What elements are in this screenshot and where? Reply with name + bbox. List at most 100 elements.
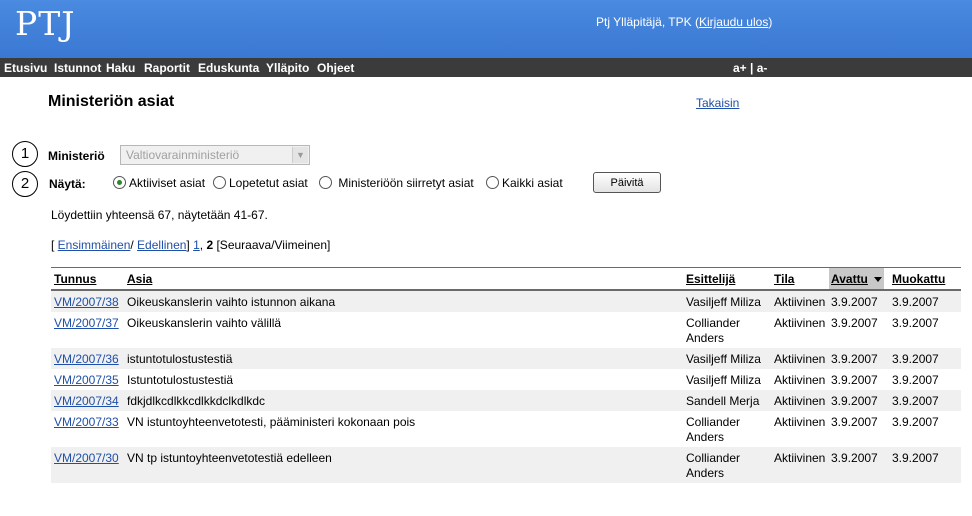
case-state: Aktiivinen — [774, 316, 826, 330]
case-opened-date: 3.9.2007 — [831, 451, 878, 465]
table-row: VM/2007/36 istuntotulostustestiä Vasiljeff… — [51, 348, 961, 369]
main-nav: Etusivu Istunnot Haku Raportit Eduskunta… — [0, 58, 972, 77]
font-increase-button[interactable]: a+ — [733, 61, 747, 75]
case-modified-date: 3.9.2007 — [892, 316, 939, 330]
col-header-tunnus[interactable]: Tunnus — [54, 272, 96, 286]
case-state: Aktiivinen — [774, 394, 826, 408]
radio-label: Aktiiviset asiat — [129, 176, 206, 190]
pager-bracket: [ — [51, 238, 58, 252]
radio-selected-icon — [113, 176, 126, 189]
pager-first-link[interactable]: Ensimmäinen — [58, 238, 131, 252]
radio-ended-cases[interactable]: Lopetetut asiat — [213, 176, 308, 190]
results-summary: Löydettiin yhteensä 67, näytetään 41-67. — [51, 208, 268, 222]
radio-transferred-cases[interactable]: Ministeriöön siirretyt asiat — [319, 176, 474, 190]
col-header-tila[interactable]: Tila — [774, 272, 794, 286]
ministry-label: Ministeriö — [48, 149, 105, 163]
case-opened-date: 3.9.2007 — [831, 415, 878, 429]
nav-item-haku[interactable]: Haku — [106, 61, 135, 75]
case-id-link[interactable]: VM/2007/35 — [54, 373, 119, 388]
table-row: VM/2007/30 VN tp istuntoyhteenvetotestiä … — [51, 447, 961, 483]
case-presenter: Vasiljeff Miliza — [686, 352, 761, 366]
radio-active-cases[interactable]: Aktiiviset asiat — [113, 176, 205, 190]
sort-descending-icon — [873, 277, 882, 282]
step-1-marker: 1 — [12, 141, 38, 167]
case-modified-date: 3.9.2007 — [892, 373, 939, 387]
user-info: Ptj Ylläpitäjä, TPK (Kirjaudu ulos) — [596, 15, 772, 29]
col-header-avattu[interactable]: Avattu — [829, 268, 884, 289]
table-header: Tunnus Asia Esittelijä Tila Avattu Muoka… — [51, 267, 961, 291]
back-link[interactable]: Takaisin — [696, 96, 739, 110]
table-row: VM/2007/33 VN istuntoyhteenvetotesti, pää… — [51, 411, 961, 447]
case-id-link[interactable]: VM/2007/30 — [54, 451, 119, 466]
case-id-link[interactable]: VM/2007/36 — [54, 352, 119, 367]
step-2-marker: 2 — [12, 171, 38, 197]
radio-label: Ministeriöön siirretyt asiat — [338, 176, 474, 190]
table-row: VM/2007/35 Istuntotulostustestiä Vasiljeff… — [51, 369, 961, 390]
case-state: Aktiivinen — [774, 415, 826, 429]
case-subject: VN istuntoyhteenvetotesti, pääministeri … — [127, 415, 416, 429]
nav-item-raportit[interactable]: Raportit — [144, 61, 190, 75]
radio-unselected-icon — [213, 176, 226, 189]
header-bar: PTJ Ptj Ylläpitäjä, TPK (Kirjaudu ulos) — [0, 0, 972, 58]
case-state: Aktiivinen — [774, 373, 826, 387]
nav-item-yllapito[interactable]: Ylläpito — [266, 61, 309, 75]
case-id-link[interactable]: VM/2007/33 — [54, 415, 119, 430]
case-presenter: Colliander Anders — [686, 451, 741, 480]
radio-unselected-icon — [486, 176, 499, 189]
col-header-esittelija[interactable]: Esittelijä — [686, 272, 735, 286]
case-modified-date: 3.9.2007 — [892, 394, 939, 408]
nav-item-istunnot[interactable]: Istunnot — [54, 61, 101, 75]
case-subject: VN tp istuntoyhteenvetotestiä edelleen — [127, 451, 332, 465]
table-row: VM/2007/34 fdkjdlkcdlkkcdlkkdclkdlkdc Sand… — [51, 390, 961, 411]
case-state: Aktiivinen — [774, 352, 826, 366]
page-title: Ministeriön asiat — [48, 93, 175, 110]
ministry-select-value: Valtiovarainministeriö — [126, 148, 240, 162]
col-header-avattu-label: Avattu — [831, 272, 868, 286]
case-presenter: Sandell Merja — [686, 394, 760, 408]
case-state: Aktiivinen — [774, 295, 826, 309]
case-opened-date: 3.9.2007 — [831, 295, 878, 309]
nav-item-ohjeet[interactable]: Ohjeet — [317, 61, 354, 75]
case-modified-date: 3.9.2007 — [892, 415, 939, 429]
case-opened-date: 3.9.2007 — [831, 394, 878, 408]
app-logo: PTJ — [15, 4, 76, 43]
pager-next-last: [Seuraava/Viimeinen] — [213, 238, 331, 252]
radio-all-cases[interactable]: Kaikki asiat — [486, 176, 563, 190]
font-size-controls: a+ | a- — [733, 61, 767, 75]
pager-page-1-link[interactable]: 1 — [193, 238, 200, 252]
refresh-button[interactable]: Päivitä — [593, 172, 661, 193]
case-opened-date: 3.9.2007 — [831, 373, 878, 387]
case-modified-date: 3.9.2007 — [892, 352, 939, 366]
radio-label: Lopetetut asiat — [229, 176, 308, 190]
case-opened-date: 3.9.2007 — [831, 316, 878, 330]
case-id-link[interactable]: VM/2007/37 — [54, 316, 119, 331]
case-modified-date: 3.9.2007 — [892, 295, 939, 309]
nav-item-eduskunta[interactable]: Eduskunta — [198, 61, 259, 75]
user-name: Ptj Ylläpitäjä, TPK ( — [596, 15, 699, 29]
col-header-muokattu[interactable]: Muokattu — [892, 272, 945, 286]
col-header-asia[interactable]: Asia — [127, 272, 152, 286]
case-opened-date: 3.9.2007 — [831, 352, 878, 366]
case-subject: Oikeuskanslerin vaihto välillä — [127, 316, 282, 330]
font-decrease-button[interactable]: a- — [757, 61, 768, 75]
radio-unselected-icon — [319, 176, 332, 189]
case-modified-date: 3.9.2007 — [892, 451, 939, 465]
font-separator: | — [746, 61, 757, 75]
nav-item-etusivu[interactable]: Etusivu — [4, 61, 47, 75]
case-id-link[interactable]: VM/2007/34 — [54, 394, 119, 409]
pager-prev-link[interactable]: Edellinen — [137, 238, 186, 252]
case-subject: Oikeuskanslerin vaihto istunnon aikana — [127, 295, 336, 309]
table-row: VM/2007/38 Oikeuskanslerin vaihto istunno… — [51, 291, 961, 312]
pagination: [ Ensimmäinen/ Edellinen] 1, 2 [Seuraava… — [51, 238, 330, 252]
radio-label: Kaikki asiat — [502, 176, 563, 190]
case-id-link[interactable]: VM/2007/38 — [54, 295, 119, 310]
case-state: Aktiivinen — [774, 451, 826, 465]
ministry-select[interactable]: Valtiovarainministeriö ▼ — [120, 145, 310, 165]
case-presenter: Vasiljeff Miliza — [686, 373, 761, 387]
show-label: Näytä: — [49, 177, 86, 191]
table-row: VM/2007/37 Oikeuskanslerin vaihto välillä… — [51, 312, 961, 348]
case-presenter: Vasiljeff Miliza — [686, 295, 761, 309]
chevron-down-icon: ▼ — [292, 147, 308, 163]
case-presenter: Colliander Anders — [686, 415, 741, 444]
logout-link[interactable]: Kirjaudu ulos — [699, 15, 768, 29]
